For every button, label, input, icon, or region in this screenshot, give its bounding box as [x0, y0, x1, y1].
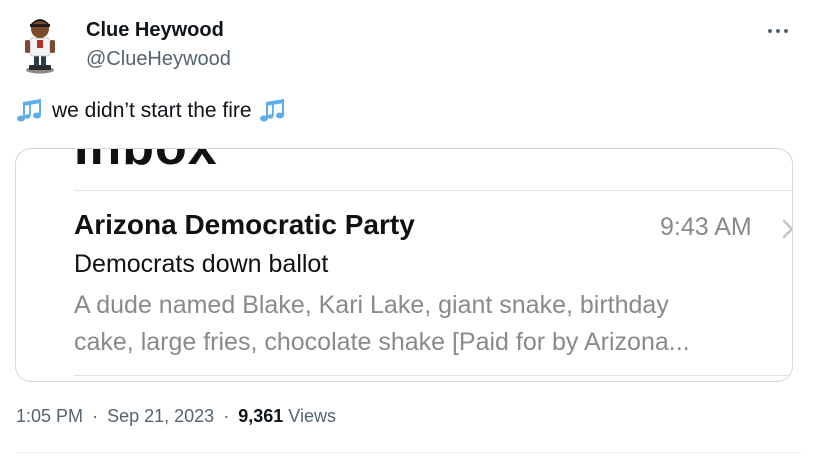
tweet-time[interactable]: 1:05 PM	[16, 406, 83, 426]
email-preview: A dude named Blake, Kari Lake, giant sna…	[74, 287, 792, 361]
views-count[interactable]: 9,361	[238, 406, 283, 426]
musical-notes-icon	[16, 98, 44, 124]
tweet-text: we didn’t start the fire	[16, 98, 287, 124]
meta-separator: ·	[92, 406, 99, 426]
tweet-meta: 1:05 PM · Sep 21, 2023 · 9,361 Views	[16, 406, 336, 427]
author-display-name[interactable]: Clue Heywood	[86, 19, 224, 42]
email-time: 9:43 AM	[660, 213, 752, 241]
author-handle[interactable]: @ClueHeywood	[86, 48, 231, 71]
media-card[interactable]: Inbox Arizona Democratic Party 9:43 AM D…	[15, 148, 793, 382]
musical-notes-icon	[259, 98, 287, 124]
inbox-title: Inbox	[74, 149, 218, 177]
views-label: Views	[288, 406, 336, 426]
inbox-divider	[74, 190, 792, 191]
meta-separator: ·	[223, 406, 230, 426]
more-horizontal-icon-dot	[784, 29, 788, 33]
tweet-text-body: we didn’t start the fire	[52, 99, 252, 122]
email-preview-line: A dude named Blake, Kari Lake, giant sna…	[74, 291, 669, 319]
email-divider	[74, 375, 792, 376]
more-horizontal-icon-dot	[776, 29, 780, 33]
email-subject: Democrats down ballot	[74, 250, 329, 278]
avatar[interactable]	[16, 16, 64, 74]
more-options-button[interactable]	[760, 20, 796, 42]
more-horizontal-icon	[768, 29, 772, 33]
email-sender: Arizona Democratic Party	[74, 209, 415, 240]
tweet-date[interactable]: Sep 21, 2023	[107, 406, 214, 426]
chevron-right-icon	[782, 219, 792, 239]
email-preview-line: cake, large fries, chocolate shake [Paid…	[74, 328, 690, 356]
divider	[16, 452, 803, 453]
bobblehead-figure-avatar-icon	[25, 19, 55, 74]
